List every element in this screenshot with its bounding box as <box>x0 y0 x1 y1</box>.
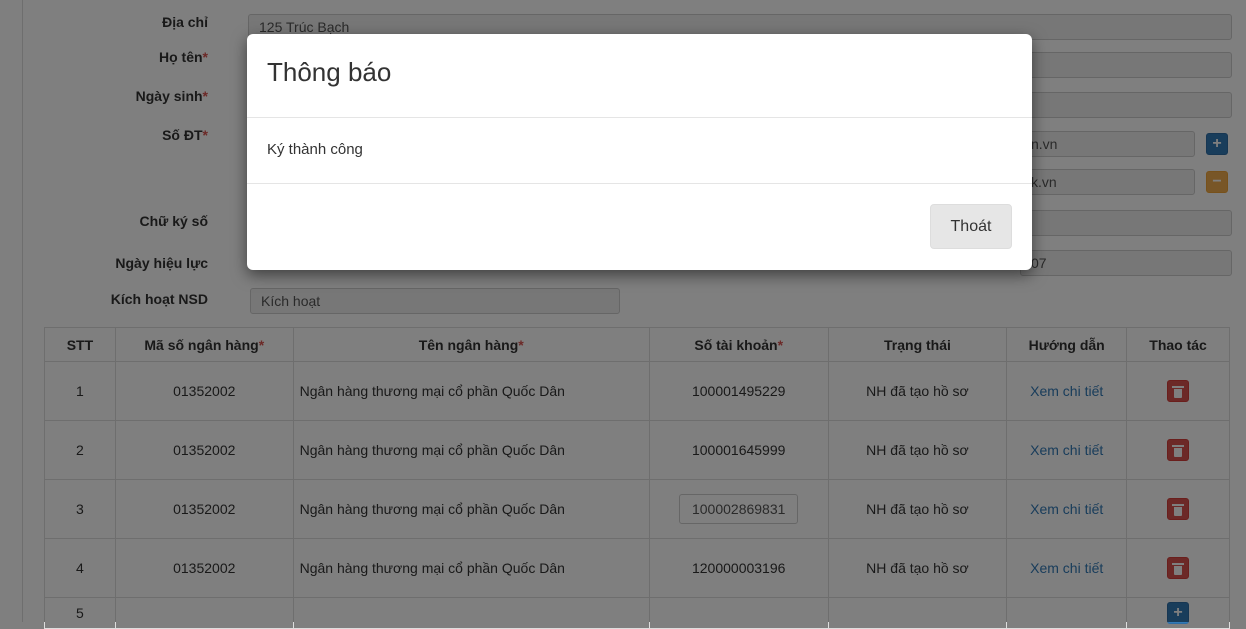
dialog-title: Thông báo <box>267 57 392 87</box>
notification-dialog: Thông báo Ký thành công Thoát <box>247 34 1032 270</box>
dialog-body: Ký thành công <box>247 118 1032 184</box>
dialog-header: Thông báo <box>247 34 1032 118</box>
dialog-footer: Thoát <box>247 184 1032 270</box>
dialog-message: Ký thành công <box>267 141 363 158</box>
close-button[interactable]: Thoát <box>930 204 1012 249</box>
